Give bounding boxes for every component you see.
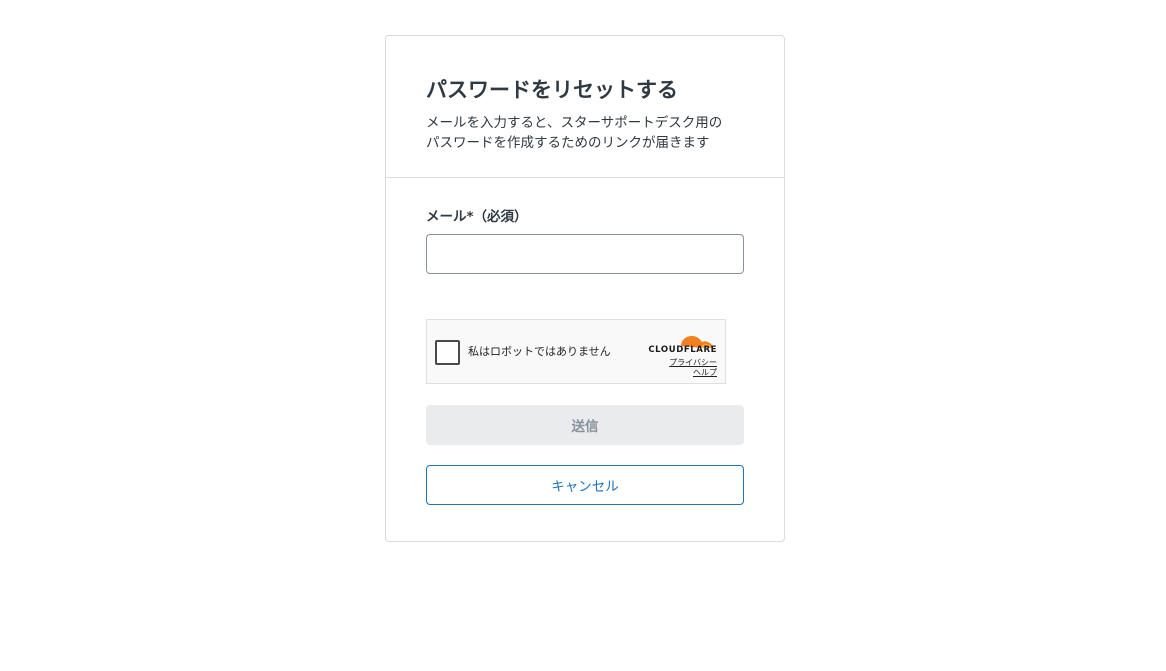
page-description: メールを入力すると、スターサポートデスク用の パスワードを作成するためのリンクが… — [426, 113, 744, 153]
human-verification-label: 私はロボットではありません — [468, 345, 611, 358]
password-reset-card: パスワードをリセットする メールを入力すると、スターサポートデスク用の パスワー… — [385, 35, 785, 542]
email-label: メール*（必須） — [426, 209, 528, 225]
card-header: パスワードをリセットする メールを入力すると、スターサポートデスク用の パスワー… — [386, 36, 784, 178]
privacy-link[interactable]: プライバシー — [669, 358, 717, 368]
description-line-2: パスワードを作成するためのリンクが届きます — [426, 135, 710, 151]
description-line-1: メールを入力すると、スターサポートデスク用の — [426, 115, 723, 131]
card-body: メール*（必須） 私はロボットではありません CLOUDFLARE プライバシー… — [386, 178, 784, 505]
submit-button[interactable]: 送信 — [426, 405, 744, 445]
cloudflare-turnstile-widget: 私はロボットではありません CLOUDFLARE プライバシー ヘルプ — [426, 319, 726, 384]
cloudflare-wordmark: CLOUDFLARE — [648, 345, 717, 355]
help-link[interactable]: ヘルプ — [693, 368, 717, 378]
email-input[interactable] — [426, 234, 744, 274]
page-title: パスワードをリセットする — [426, 78, 678, 102]
human-verification-checkbox[interactable] — [435, 340, 460, 365]
cancel-button[interactable]: キャンセル — [426, 465, 744, 505]
